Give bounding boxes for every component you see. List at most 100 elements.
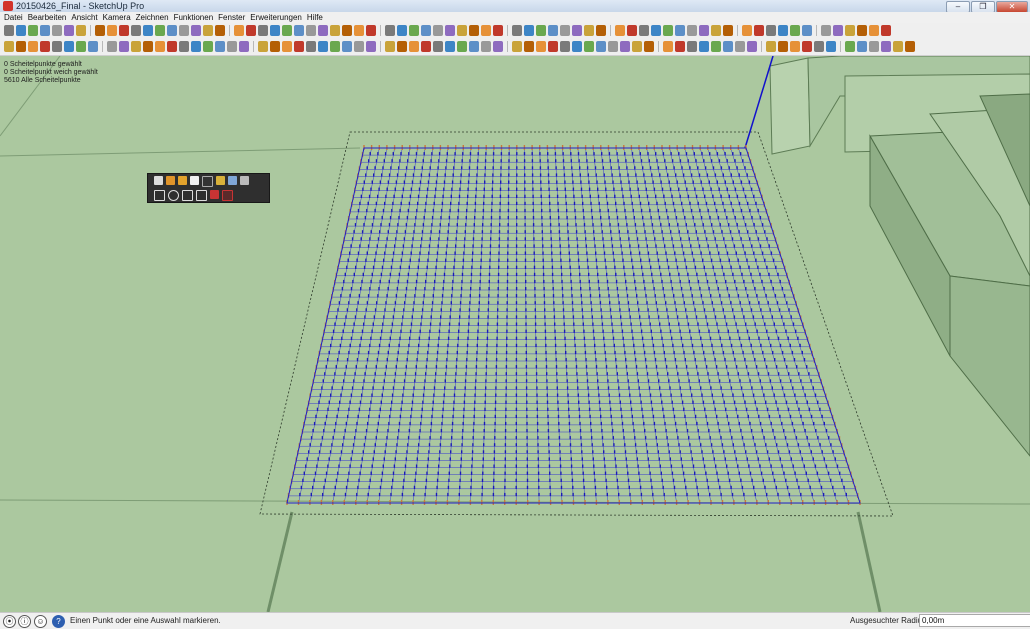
- mesh-vertex[interactable]: [730, 386, 733, 390]
- mesh-vertex[interactable]: [572, 180, 574, 184]
- mesh-vertex[interactable]: [639, 152, 641, 156]
- mesh-vertex[interactable]: [392, 478, 394, 482]
- mesh-vertex[interactable]: [524, 223, 526, 227]
- mesh-vertex[interactable]: [536, 379, 538, 383]
- mesh-vertex[interactable]: [652, 492, 654, 497]
- mesh-vertex[interactable]: [626, 223, 628, 227]
- mesh-vertex[interactable]: [819, 443, 821, 447]
- mesh-vertex[interactable]: [429, 166, 431, 170]
- mesh-vertex[interactable]: [516, 208, 518, 213]
- mesh-vertex[interactable]: [388, 343, 390, 347]
- mesh-vertex[interactable]: [473, 223, 475, 227]
- mesh-vertex[interactable]: [716, 244, 718, 248]
- mesh-vertex[interactable]: [763, 436, 765, 440]
- mesh-vertex[interactable]: [572, 485, 574, 489]
- mesh-vertex[interactable]: [613, 343, 615, 347]
- mesh-vertex[interactable]: [673, 166, 675, 170]
- mesh-vertex[interactable]: [536, 393, 538, 397]
- mesh-vertex[interactable]: [728, 223, 730, 227]
- mesh-vertex[interactable]: [660, 393, 662, 397]
- mesh-vertex[interactable]: [348, 301, 350, 305]
- mesh-vertex[interactable]: [419, 429, 421, 433]
- mesh-vertex[interactable]: [367, 244, 370, 248]
- mesh-vertex[interactable]: [700, 443, 702, 447]
- mesh-vertex[interactable]: [374, 208, 376, 213]
- mesh-vertex[interactable]: [662, 485, 664, 489]
- mesh-vertex[interactable]: [723, 400, 725, 404]
- mesh-vertex[interactable]: [415, 152, 418, 156]
- mesh-vertex[interactable]: [708, 287, 710, 291]
- paint-bucket-icon[interactable]: [228, 176, 237, 185]
- mesh-vertex[interactable]: [579, 272, 581, 276]
- mesh-vertex[interactable]: [743, 492, 745, 497]
- mesh-vertex[interactable]: [743, 279, 745, 284]
- mesh-vertex[interactable]: [484, 393, 487, 397]
- toolbar-tool-icon[interactable]: [615, 25, 625, 36]
- mesh-vertex[interactable]: [580, 436, 582, 440]
- toolbar-tool-icon[interactable]: [246, 25, 256, 36]
- mesh-vertex[interactable]: [428, 336, 430, 340]
- mesh-vertex[interactable]: [396, 173, 399, 177]
- mesh-vertex[interactable]: [758, 301, 760, 305]
- mesh-vertex[interactable]: [682, 294, 684, 298]
- mesh-vertex[interactable]: [408, 201, 411, 205]
- mesh-vertex[interactable]: [436, 485, 438, 489]
- mesh-vertex[interactable]: [628, 485, 630, 489]
- mesh-vertex[interactable]: [468, 173, 470, 177]
- model-viewport[interactable]: 0 Scheitelpunkte gewählt 0 Scheitelpunkt…: [0, 56, 1030, 612]
- mesh-vertex[interactable]: [526, 436, 528, 440]
- mesh-vertex[interactable]: [413, 301, 415, 305]
- mesh-vertex[interactable]: [471, 457, 473, 461]
- mesh-vertex[interactable]: [764, 258, 766, 262]
- mesh-vertex[interactable]: [650, 265, 652, 269]
- mesh-vertex[interactable]: [582, 464, 584, 468]
- mesh-vertex[interactable]: [482, 223, 484, 227]
- mesh-vertex[interactable]: [505, 393, 507, 397]
- mesh-vertex[interactable]: [705, 471, 707, 475]
- mesh-vertex[interactable]: [589, 294, 592, 298]
- mesh-vertex[interactable]: [761, 223, 764, 227]
- mesh-vertex[interactable]: [600, 216, 602, 220]
- mesh-vertex[interactable]: [344, 272, 346, 276]
- mesh-vertex[interactable]: [331, 386, 333, 390]
- mesh-vertex[interactable]: [645, 187, 647, 191]
- mesh-vertex[interactable]: [496, 329, 498, 333]
- mesh-vertex[interactable]: [483, 443, 485, 447]
- mesh-vertex[interactable]: [742, 216, 745, 220]
- mesh-vertex[interactable]: [312, 429, 314, 433]
- mesh-vertex[interactable]: [804, 393, 806, 397]
- mesh-vertex[interactable]: [452, 279, 454, 284]
- toolbar-tool-icon[interactable]: [881, 25, 891, 36]
- mesh-vertex[interactable]: [783, 322, 785, 326]
- toolbar-tool-icon[interactable]: [639, 25, 649, 36]
- mesh-vertex[interactable]: [477, 329, 479, 333]
- mesh-vertex[interactable]: [651, 272, 653, 276]
- toolbar-tool-icon[interactable]: [203, 25, 213, 36]
- mesh-vertex[interactable]: [591, 315, 593, 319]
- mesh-vertex[interactable]: [595, 358, 597, 362]
- mesh-vertex[interactable]: [403, 180, 406, 184]
- mesh-vertex[interactable]: [715, 208, 718, 213]
- mesh-vertex[interactable]: [485, 372, 487, 376]
- mesh-vertex[interactable]: [369, 237, 371, 241]
- mesh-vertex[interactable]: [536, 421, 539, 426]
- mesh-vertex[interactable]: [339, 457, 341, 461]
- mesh-vertex[interactable]: [536, 407, 538, 411]
- mesh-vertex[interactable]: [655, 301, 657, 305]
- mesh-vertex[interactable]: [367, 421, 369, 426]
- mesh-vertex[interactable]: [387, 230, 389, 234]
- mesh-vertex[interactable]: [656, 443, 658, 447]
- toolbar-tool-icon[interactable]: [457, 41, 467, 52]
- mesh-vertex[interactable]: [545, 350, 547, 355]
- mesh-vertex[interactable]: [362, 272, 364, 276]
- mesh-vertex[interactable]: [419, 329, 421, 333]
- mesh-vertex[interactable]: [730, 301, 732, 305]
- mesh-vertex[interactable]: [571, 301, 574, 305]
- credits-icon[interactable]: ⓘ: [18, 615, 31, 628]
- mesh-vertex[interactable]: [374, 166, 376, 170]
- mesh-vertex[interactable]: [679, 194, 681, 198]
- mesh-vertex[interactable]: [722, 308, 724, 312]
- mesh-vertex[interactable]: [670, 230, 672, 234]
- mesh-vertex[interactable]: [590, 421, 592, 426]
- mesh-vertex[interactable]: [402, 393, 404, 397]
